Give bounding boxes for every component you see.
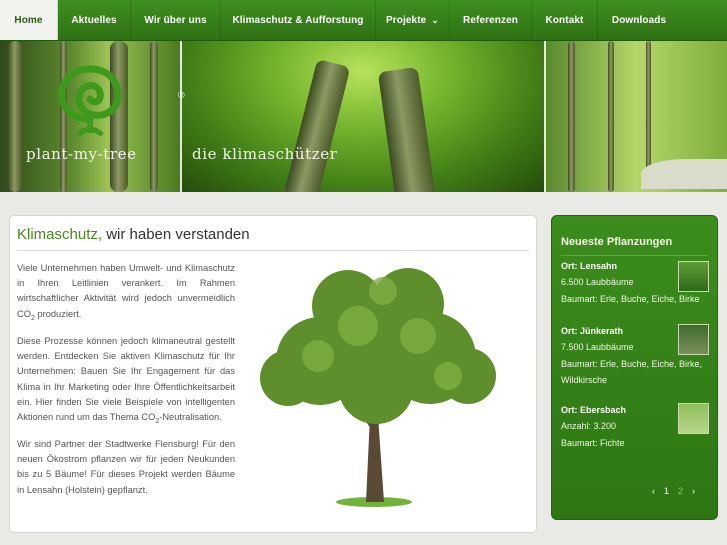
- nav-wir-ueber-uns[interactable]: Wir über uns: [131, 0, 221, 40]
- planting-entry-lensahn[interactable]: Ort: Lensahn 6.500 Laubbäume Baumart: Er…: [561, 261, 709, 307]
- paragraph-2: Diese Prozesse können jedoch klimaneutra…: [17, 336, 235, 425]
- nav-label: Projekte: [386, 14, 427, 26]
- next-page-icon[interactable]: ›: [692, 486, 695, 496]
- nav-label: Klimaschutz & Aufforstung: [232, 14, 364, 26]
- planting-thumbnail[interactable]: [678, 261, 709, 292]
- main-article: Klimaschutz, wir haben verstanden Viele …: [9, 215, 537, 533]
- paragraph-1: Viele Unternehmen haben Umwelt- und Klim…: [17, 263, 235, 322]
- planting-entry-juenkerath[interactable]: Ort: Jünkerath 7.500 Laubbäume Baumart: …: [561, 324, 709, 389]
- sidebar-pager: ‹ 1 2 ›: [652, 486, 695, 496]
- page-2-link[interactable]: 2: [678, 486, 683, 496]
- planting-thumbnail[interactable]: [678, 324, 709, 355]
- nav-downloads[interactable]: Downloads: [598, 0, 680, 40]
- entry-line: Baumart: Erle, Buche, Eiche, Birke,: [561, 358, 703, 369]
- paragraph-3: Wir sind Partner der Stadtwerke Flensbur…: [17, 439, 235, 495]
- nav-projekte[interactable]: Projekte ⌄: [376, 0, 450, 40]
- entry-line: Wildkirsche: [561, 375, 608, 385]
- sidebar-title: Neueste Pflanzungen: [561, 236, 673, 248]
- tagline: die klimaschützer: [192, 145, 338, 163]
- prev-page-icon[interactable]: ‹: [652, 486, 655, 496]
- nav-klimaschutz[interactable]: Klimaschutz & Aufforstung: [221, 0, 376, 40]
- oak-tree-image: [260, 268, 496, 507]
- title-divider: [17, 250, 529, 251]
- page-1-link[interactable]: 1: [664, 486, 669, 496]
- nav-home[interactable]: Home: [0, 0, 58, 40]
- entry-line: Baumart: Erle, Buche, Eiche, Birke: [561, 293, 700, 304]
- tree-crown-photo: [182, 41, 544, 192]
- nav-label: Home: [14, 14, 43, 26]
- nav-label: Referenzen: [463, 14, 518, 26]
- chevron-down-icon: ⌄: [431, 14, 439, 25]
- nav-label: Wir über uns: [144, 14, 207, 26]
- header-banner: ® plant-my-tree die klimaschützer: [0, 41, 727, 192]
- planting-thumbnail[interactable]: [678, 403, 709, 434]
- nav-label: Aktuelles: [71, 14, 117, 26]
- spiral-logo-icon: [58, 65, 122, 137]
- sidebar-divider: [561, 255, 708, 256]
- latest-plantings-panel: Neueste Pflanzungen Ort: Lensahn 6.500 L…: [551, 215, 718, 520]
- title-rest: wir haben verstanden: [102, 226, 250, 243]
- nav-label: Downloads: [611, 14, 667, 26]
- title-accent: Klimaschutz,: [17, 226, 103, 243]
- forest-path-photo: [546, 41, 727, 192]
- logo-wordmark: plant-my-tree: [26, 145, 137, 163]
- plant-my-tree-logo[interactable]: ®: [52, 63, 185, 144]
- nav-kontakt[interactable]: Kontakt: [532, 0, 598, 40]
- nav-aktuelles[interactable]: Aktuelles: [58, 0, 131, 40]
- article-title: Klimaschutz, wir haben verstanden: [17, 226, 250, 243]
- planting-entry-ebersbach[interactable]: Ort: Ebersbach Anzahl: 3.200 Baumart: Fi…: [561, 403, 709, 451]
- registered-mark: ®: [178, 90, 185, 100]
- nav-referenzen[interactable]: Referenzen: [450, 0, 532, 40]
- nav-label: Kontakt: [545, 14, 584, 26]
- entry-line: Baumart: Fichte: [561, 437, 625, 448]
- main-nav: Home Aktuelles Wir über uns Klimaschutz …: [0, 0, 727, 41]
